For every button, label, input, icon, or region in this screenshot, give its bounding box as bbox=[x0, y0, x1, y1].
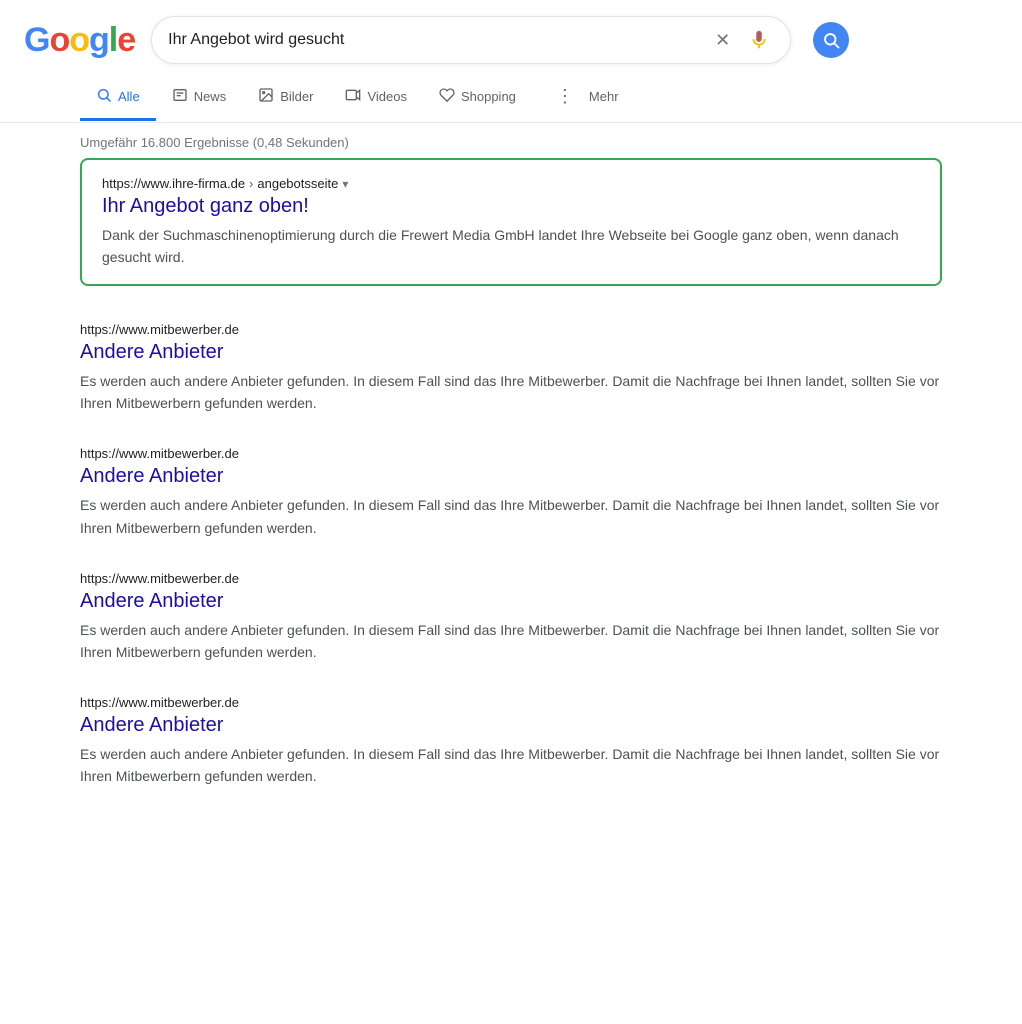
featured-result: https://www.ihre-firma.de › angebotsseit… bbox=[80, 158, 942, 286]
news-icon bbox=[172, 87, 188, 106]
tab-videos-label: Videos bbox=[367, 89, 407, 104]
shopping-icon bbox=[439, 87, 455, 106]
competitor-result-title-3[interactable]: Andere Anbieter bbox=[80, 714, 942, 737]
search-icon bbox=[813, 22, 849, 58]
tab-mehr-label: Mehr bbox=[589, 89, 619, 104]
close-icon: ✕ bbox=[715, 30, 730, 51]
more-dots-icon: ⋮ bbox=[548, 86, 583, 107]
logo-letter-l: l bbox=[109, 21, 117, 60]
featured-result-dropdown-arrow[interactable]: ▾ bbox=[342, 177, 348, 191]
competitor-result-url-2: https://www.mitbewerber.de bbox=[80, 571, 942, 586]
header: Google ✕ bbox=[0, 0, 1022, 74]
results-info: Umgefähr 16.800 Ergebnisse (0,48 Sekunde… bbox=[0, 123, 1022, 158]
logo-letter-g: g bbox=[89, 21, 109, 60]
competitor-result-snippet-1: Es werden auch andere Anbieter gefunden.… bbox=[80, 494, 942, 538]
tab-shopping[interactable]: Shopping bbox=[423, 75, 532, 121]
competitor-results: https://www.mitbewerber.de Andere Anbiet… bbox=[80, 306, 942, 803]
tab-bilder-label: Bilder bbox=[280, 89, 313, 104]
tab-alle[interactable]: Alle bbox=[80, 75, 156, 121]
tab-news[interactable]: News bbox=[156, 75, 243, 121]
competitor-result-title-0[interactable]: Andere Anbieter bbox=[80, 341, 942, 364]
competitor-url-text-2: https://www.mitbewerber.de bbox=[80, 571, 239, 586]
competitor-url-text-0: https://www.mitbewerber.de bbox=[80, 322, 239, 337]
google-logo: Google bbox=[24, 21, 135, 60]
search-bar: ✕ bbox=[151, 16, 791, 64]
search-icon bbox=[96, 87, 112, 106]
logo-letter-o1: o bbox=[49, 21, 69, 60]
featured-result-url-text: https://www.ihre-firma.de bbox=[102, 176, 245, 191]
image-icon bbox=[258, 87, 274, 106]
logo-letter-G: G bbox=[24, 21, 49, 60]
competitor-result: https://www.mitbewerber.de Andere Anbiet… bbox=[80, 306, 942, 430]
tab-mehr[interactable]: ⋮ Mehr bbox=[532, 74, 635, 122]
voice-search-button[interactable] bbox=[744, 25, 774, 55]
results-count: Umgefähr 16.800 Ergebnisse (0,48 Sekunde… bbox=[80, 135, 349, 150]
competitor-result: https://www.mitbewerber.de Andere Anbiet… bbox=[80, 430, 942, 554]
video-icon bbox=[345, 87, 361, 106]
competitor-result-title-2[interactable]: Andere Anbieter bbox=[80, 590, 942, 613]
competitor-result: https://www.mitbewerber.de Andere Anbiet… bbox=[80, 555, 942, 679]
competitor-result-url-3: https://www.mitbewerber.de bbox=[80, 695, 942, 710]
competitor-result-title-1[interactable]: Andere Anbieter bbox=[80, 465, 942, 488]
competitor-result-url-0: https://www.mitbewerber.de bbox=[80, 322, 942, 337]
nav-tabs: Alle News Bilder bbox=[0, 74, 1022, 123]
logo-letter-e: e bbox=[117, 21, 135, 60]
tab-alle-label: Alle bbox=[118, 89, 140, 104]
competitor-url-text-1: https://www.mitbewerber.de bbox=[80, 446, 239, 461]
tab-videos[interactable]: Videos bbox=[329, 75, 423, 121]
logo-letter-o2: o bbox=[69, 21, 89, 60]
featured-result-title[interactable]: Ihr Angebot ganz oben! bbox=[102, 195, 920, 218]
featured-result-url: https://www.ihre-firma.de › angebotsseit… bbox=[102, 176, 920, 191]
competitor-result-snippet-0: Es werden auch andere Anbieter gefunden.… bbox=[80, 370, 942, 414]
search-input[interactable] bbox=[168, 31, 701, 49]
results-container: https://www.ihre-firma.de › angebotsseit… bbox=[0, 158, 1022, 803]
featured-url-separator: › bbox=[249, 176, 253, 191]
competitor-result-url-1: https://www.mitbewerber.de bbox=[80, 446, 942, 461]
competitor-result: https://www.mitbewerber.de Andere Anbiet… bbox=[80, 679, 942, 803]
tab-shopping-label: Shopping bbox=[461, 89, 516, 104]
search-button[interactable] bbox=[807, 16, 855, 64]
competitor-url-text-3: https://www.mitbewerber.de bbox=[80, 695, 239, 710]
competitor-result-snippet-2: Es werden auch andere Anbieter gefunden.… bbox=[80, 619, 942, 663]
search-bar-icons: ✕ bbox=[711, 25, 774, 55]
featured-result-breadcrumb: angebotsseite bbox=[257, 176, 338, 191]
featured-result-snippet: Dank der Suchmaschinenoptimierung durch … bbox=[102, 224, 920, 268]
microphone-icon bbox=[748, 29, 770, 51]
tab-bilder[interactable]: Bilder bbox=[242, 75, 329, 121]
clear-button[interactable]: ✕ bbox=[711, 26, 734, 55]
tab-news-label: News bbox=[194, 89, 227, 104]
competitor-result-snippet-3: Es werden auch andere Anbieter gefunden.… bbox=[80, 743, 942, 787]
